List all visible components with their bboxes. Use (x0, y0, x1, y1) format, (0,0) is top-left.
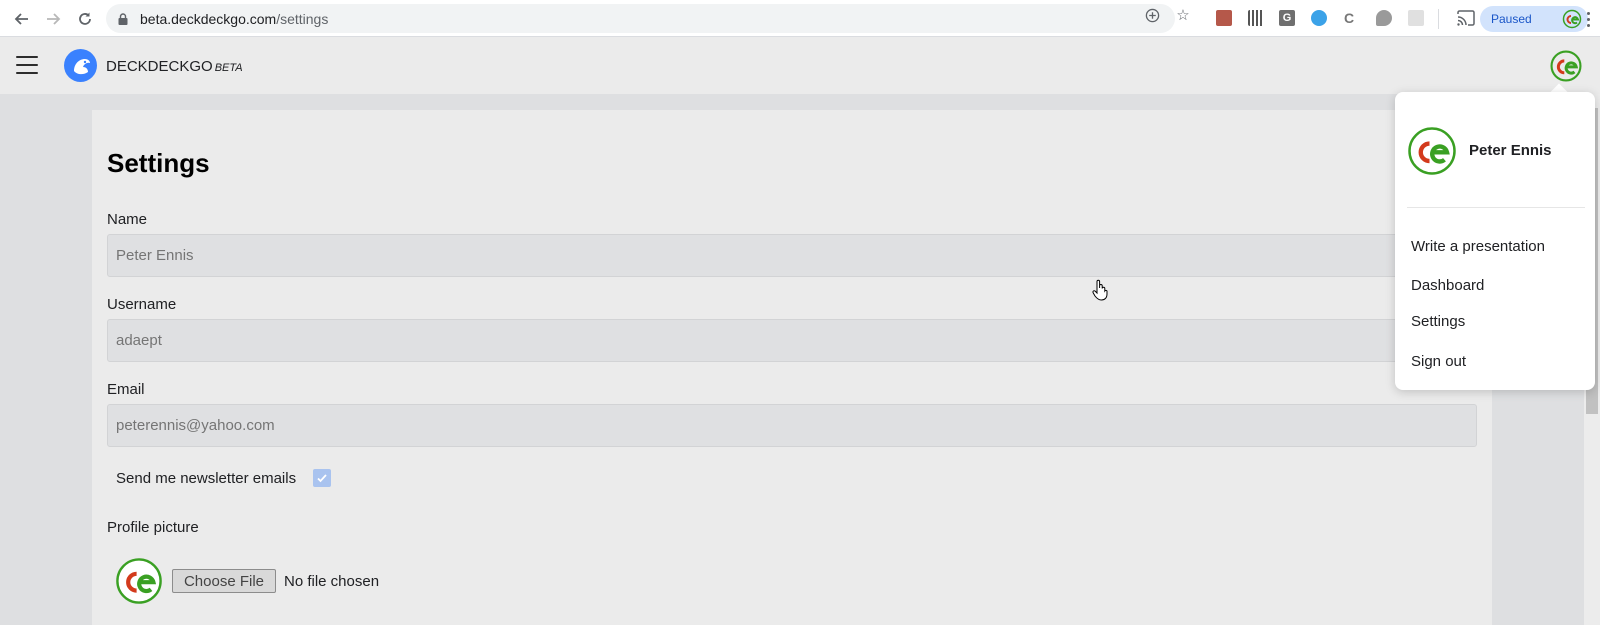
menu-icon[interactable] (16, 56, 38, 74)
settings-panel: Settings Name Username Email Send me new… (92, 110, 1492, 625)
url-text: beta.deckdeckgo.com/settings (140, 11, 328, 27)
back-icon[interactable] (10, 7, 34, 31)
profile-picture-avatar (115, 557, 163, 610)
newsletter-checkbox[interactable] (313, 469, 331, 487)
menu-item-dashboard[interactable]: Dashboard (1411, 277, 1484, 294)
brand-title[interactable]: DECKDECKGO BETA (106, 58, 243, 75)
toolbar-divider (1438, 9, 1439, 29)
page-title: Settings (107, 148, 210, 178)
forward-icon[interactable] (41, 7, 65, 31)
popover-avatar (1407, 126, 1457, 181)
url-path: /settings (276, 11, 329, 27)
popover-user-name: Peter Ennis (1469, 142, 1552, 159)
profile-picture-label: Profile picture (107, 519, 199, 536)
menu-item-sign-out[interactable]: Sign out (1411, 353, 1466, 370)
profile-avatar-icon (1562, 9, 1582, 34)
g-extension-icon[interactable]: G (1279, 10, 1295, 26)
profile-paused-button[interactable]: Paused (1480, 6, 1588, 32)
chat-extension-icon[interactable] (1376, 10, 1392, 26)
username-input[interactable] (107, 319, 1477, 362)
check-icon (317, 474, 327, 483)
deckdeckgo-logo-icon[interactable] (64, 49, 97, 82)
browser-menu-icon[interactable] (1580, 8, 1596, 30)
email-label: Email (107, 381, 145, 398)
pdf-extension-icon[interactable] (1216, 10, 1232, 26)
menu-item-write-presentation[interactable]: Write a presentation (1411, 238, 1545, 255)
c-extension-icon[interactable]: C (1344, 10, 1360, 26)
hand-cursor-icon (1092, 279, 1108, 306)
app-header: DECKDECKGO BETA (0, 37, 1600, 94)
reload-icon[interactable] (73, 7, 97, 31)
cast-icon[interactable] (1457, 10, 1475, 31)
bookmark-star-icon[interactable]: ☆ (1175, 7, 1191, 24)
user-menu-popover: Peter Ennis Write a presentation Dashboa… (1395, 92, 1595, 390)
username-label: Username (107, 296, 177, 313)
email-input[interactable] (107, 404, 1477, 447)
grid-extension-icon[interactable] (1408, 10, 1424, 26)
user-avatar-button[interactable] (1549, 49, 1583, 88)
cloud-extension-icon[interactable] (1311, 10, 1327, 26)
url-host: beta.deckdeckgo.com (140, 11, 277, 27)
name-input[interactable] (107, 234, 1477, 277)
lock-icon (118, 12, 128, 30)
brand-tag: BETA (214, 62, 243, 74)
barcode-extension-icon[interactable] (1248, 10, 1264, 26)
install-app-icon[interactable] (1144, 7, 1160, 23)
choose-file-button[interactable]: Choose File (172, 569, 276, 593)
browser-toolbar: beta.deckdeckgo.com/settings ☆ G C Pause… (0, 0, 1600, 37)
brand-name: DECKDECKGO (106, 58, 213, 75)
profile-status: Paused (1491, 12, 1532, 26)
file-status: No file chosen (284, 573, 380, 590)
newsletter-label: Send me newsletter emails (116, 470, 297, 487)
name-label: Name (107, 211, 148, 228)
address-bar[interactable]: beta.deckdeckgo.com/settings (106, 4, 1175, 33)
popover-divider (1407, 207, 1585, 208)
menu-item-settings[interactable]: Settings (1411, 313, 1465, 330)
